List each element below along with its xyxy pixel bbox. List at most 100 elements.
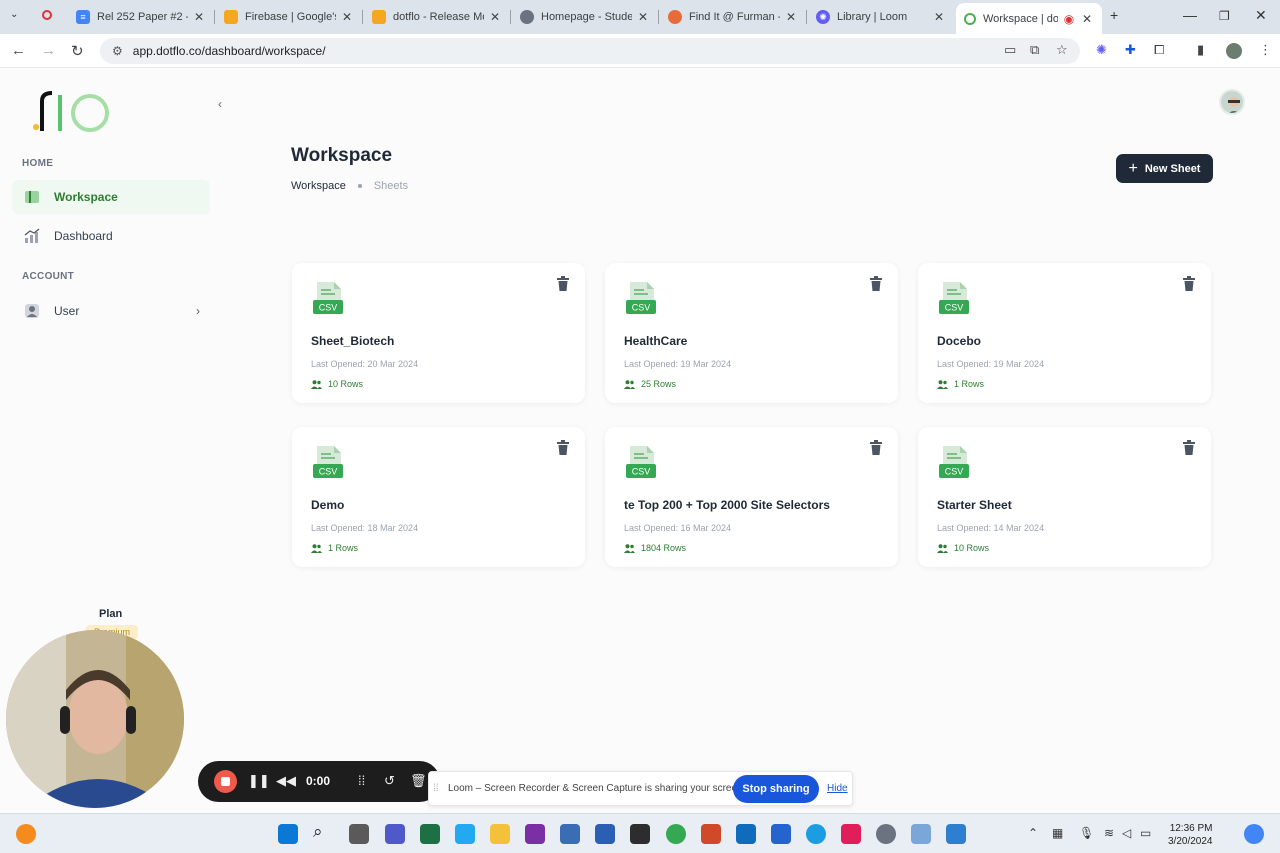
onenote-icon[interactable] — [525, 824, 545, 844]
tab-search-icon[interactable]: ⌄ — [10, 9, 18, 20]
delete-trash-icon[interactable] — [1183, 276, 1195, 291]
bookmark-star-icon[interactable]: ☆ — [1056, 42, 1068, 58]
sheet-name: te Top 200 + Top 2000 Site Selectors — [624, 498, 830, 512]
sheet-card[interactable]: CSV Sheet_Biotech Last Opened: 20 Mar 2024… — [292, 263, 585, 403]
breadcrumb-workspace[interactable]: Workspace — [291, 180, 346, 192]
system-clock[interactable]: 12:36 PM 3/20/2024 — [1168, 822, 1213, 848]
close-icon[interactable]: ✕ — [784, 10, 798, 24]
side-panel-icon[interactable]: ▮ — [1197, 42, 1204, 58]
stop-sharing-button[interactable]: Stop sharing — [733, 775, 819, 803]
delete-trash-icon[interactable] — [870, 440, 882, 455]
pause-icon[interactable]: ❚❚ — [248, 773, 270, 789]
camera-icon[interactable]: ▭ — [1004, 42, 1016, 58]
powerpoint-icon[interactable] — [701, 824, 721, 844]
users-icon — [624, 379, 635, 389]
plus-icon: + — [1128, 159, 1138, 177]
todo-icon[interactable] — [771, 824, 791, 844]
keyboard-icon[interactable]: ▦ — [1052, 826, 1063, 840]
new-sheet-button[interactable]: + New Sheet — [1116, 154, 1213, 183]
puzzle-extension-icon[interactable]: ✚ — [1125, 42, 1136, 58]
app-icon[interactable] — [946, 824, 966, 844]
sheet-card[interactable]: CSV Demo Last Opened: 18 Mar 2024 1 Rows — [292, 427, 585, 567]
firebase-icon — [372, 10, 386, 24]
rewind-icon[interactable]: ◀◀ — [276, 773, 296, 789]
excel-icon[interactable] — [420, 824, 440, 844]
sheet-card[interactable]: CSV Docebo Last Opened: 19 Mar 2024 1 Rows — [918, 263, 1211, 403]
new-tab-icon[interactable]: + — [1110, 7, 1118, 23]
sheet-card[interactable]: CSV Starter Sheet Last Opened: 14 Mar 2024… — [918, 427, 1211, 567]
settings-icon[interactable] — [876, 824, 896, 844]
app-icon[interactable] — [560, 824, 580, 844]
forward-icon[interactable]: → — [41, 42, 56, 59]
copilot-icon[interactable] — [1244, 824, 1264, 844]
slack-icon[interactable] — [841, 824, 861, 844]
sheet-card[interactable]: CSV te Top 200 + Top 2000 Site Selectors L… — [605, 427, 898, 567]
delete-trash-icon[interactable] — [557, 276, 569, 291]
stop-recording-button[interactable] — [214, 770, 237, 793]
trash-icon[interactable]: 🗑 — [410, 773, 427, 789]
extensions-icon[interactable]: ⧠ — [1154, 42, 1164, 58]
close-icon[interactable]: ✕ — [340, 10, 354, 24]
wifi-icon[interactable]: ≋ — [1104, 826, 1114, 840]
drag-handle-icon[interactable]: ⁞⁞ — [433, 783, 439, 794]
recording-timer: 0:00 — [306, 774, 331, 788]
sidebar-item-workspace[interactable]: Workspace — [12, 180, 210, 214]
snipping-tool-icon[interactable] — [911, 824, 931, 844]
tab-workspace[interactable]: Workspace | dotfl ◉ ✕ — [956, 3, 1102, 34]
sheet-card[interactable]: CSV HealthCare Last Opened: 19 Mar 2024 25 … — [605, 263, 898, 403]
minimize-icon[interactable]: — — [1183, 7, 1197, 23]
delete-trash-icon[interactable] — [870, 276, 882, 291]
chrome-icon[interactable] — [666, 824, 686, 844]
delete-trash-icon[interactable] — [557, 440, 569, 455]
teams-icon[interactable] — [385, 824, 405, 844]
loom-extension-icon[interactable]: ✺ — [1096, 42, 1107, 58]
close-icon[interactable]: ✕ — [1080, 12, 1094, 26]
menu-icon[interactable]: ⋮ — [1259, 42, 1272, 58]
user-avatar[interactable] — [1219, 89, 1245, 115]
file-explorer-icon[interactable] — [490, 824, 510, 844]
windows-start-icon[interactable] — [278, 824, 298, 844]
close-icon[interactable]: ✕ — [192, 10, 206, 24]
outlook-icon[interactable] — [736, 824, 756, 844]
close-icon[interactable]: ✕ — [636, 10, 650, 24]
tray-expand-icon[interactable]: ⌃ — [1028, 826, 1038, 840]
vscode-icon[interactable] — [455, 824, 475, 844]
edge-icon[interactable] — [806, 824, 826, 844]
close-icon[interactable]: ✕ — [932, 10, 946, 24]
volume-icon[interactable]: ◁ — [1122, 826, 1131, 840]
tab-dotflo-release[interactable]: dotflo - Release Mon ✕ — [372, 5, 502, 29]
hide-link[interactable]: Hide — [827, 783, 848, 794]
window-close-icon[interactable]: ✕ — [1255, 7, 1267, 24]
tab-rel-paper[interactable]: ≡ Rel 252 Paper #2 - Go ✕ — [76, 5, 206, 29]
terminal-icon[interactable] — [630, 824, 650, 844]
widgets-icon[interactable] — [16, 824, 36, 844]
drawing-tools-icon[interactable]: ⁞⁞ — [358, 773, 365, 788]
csv-file-icon: CSV — [939, 446, 969, 478]
cast-icon[interactable]: ⧉ — [1030, 42, 1039, 58]
reload-icon[interactable]: ↻ — [71, 42, 84, 60]
search-icon[interactable]: ⌕ — [313, 822, 333, 842]
tab-loom-library[interactable]: ✺ Library | Loom ✕ — [816, 5, 946, 29]
microphone-icon[interactable]: 🎙 — [1079, 826, 1094, 840]
plan-label: Plan — [99, 608, 123, 620]
task-view-icon[interactable] — [349, 824, 369, 844]
address-bar[interactable]: ⚙ app.dotflo.co/dashboard/workspace/ — [100, 38, 1080, 64]
recording-icon — [42, 10, 52, 20]
tab-homepage[interactable]: Homepage - Student ✕ — [520, 5, 650, 29]
webcam-bubble[interactable] — [6, 630, 184, 808]
site-info-icon[interactable]: ⚙ — [112, 44, 123, 58]
sidebar-item-user[interactable]: User › — [12, 294, 210, 328]
tab-find-it[interactable]: Find It @ Furman - Je ✕ — [668, 5, 798, 29]
restart-icon[interactable]: ↺ — [384, 773, 395, 789]
restore-icon[interactable]: ❐ — [1219, 9, 1230, 23]
delete-trash-icon[interactable] — [1183, 440, 1195, 455]
close-icon[interactable]: ✕ — [488, 10, 502, 24]
sidebar-item-dashboard[interactable]: Dashboard — [12, 219, 210, 253]
profile-icon[interactable] — [1226, 43, 1242, 59]
account-section-label: ACCOUNT — [22, 271, 75, 282]
battery-icon[interactable]: ▭ — [1140, 826, 1151, 840]
back-icon[interactable]: ← — [11, 42, 26, 59]
collapse-sidebar-icon[interactable]: ‹ — [218, 97, 222, 111]
tab-firebase[interactable]: Firebase | Google's M ✕ — [224, 5, 354, 29]
word-icon[interactable] — [595, 824, 615, 844]
